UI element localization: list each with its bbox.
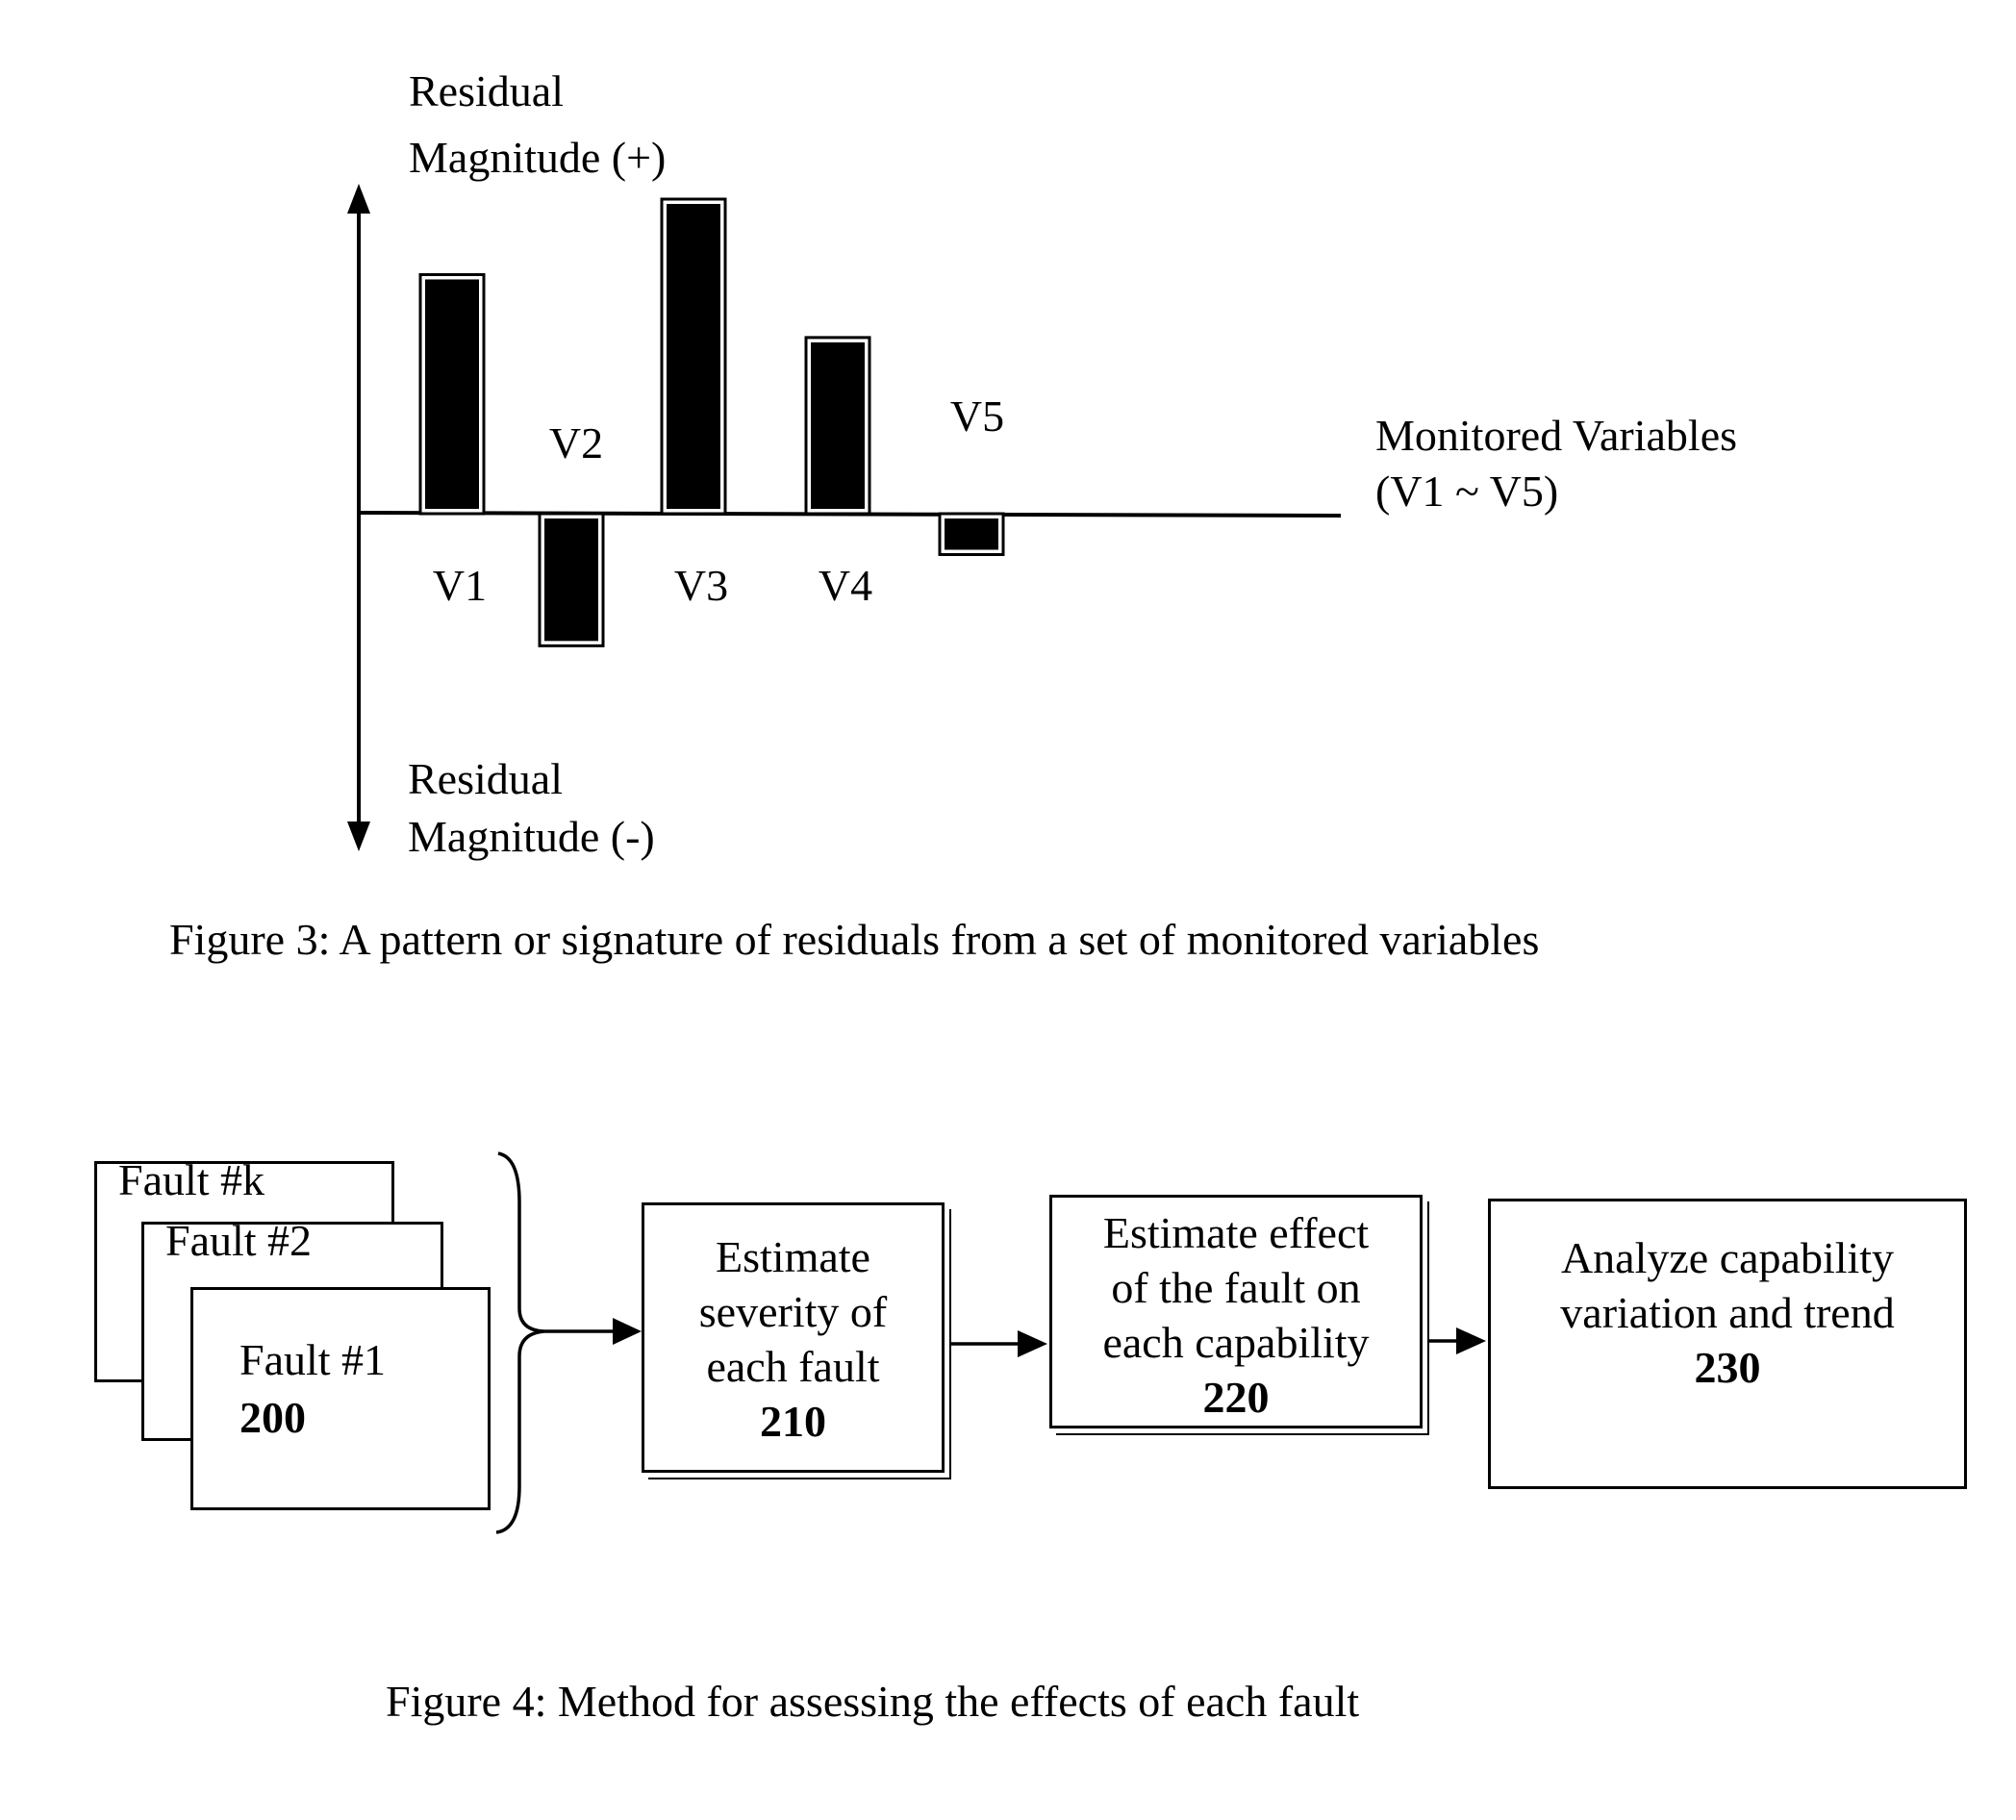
- step-220-line1: Estimate effect: [1102, 1208, 1370, 1257]
- fault-group-brace-icon: [495, 1151, 545, 1534]
- step-220-estimate-effect-box: Estimate effect of the fault on each cap…: [1049, 1195, 1423, 1428]
- flow-connectors: [495, 1151, 1486, 1534]
- step-210-line1: Estimate: [716, 1232, 870, 1281]
- step-210-ref-number: 210: [760, 1397, 826, 1446]
- step-220-ref-number: 220: [1202, 1373, 1270, 1422]
- step-230-analyze-capability-box: Analyze capability variation and trend 2…: [1488, 1199, 1967, 1489]
- step-220-line2: of the fault on: [1111, 1263, 1361, 1312]
- figure-4-caption: Figure 4: Method for assessing the effec…: [386, 1677, 1360, 1726]
- step-210-estimate-severity-box: Estimate severity of each fault 210: [642, 1202, 945, 1473]
- step-230-line1: Analyze capability: [1560, 1233, 1895, 1282]
- step-210-line3: each fault: [706, 1342, 880, 1391]
- step-220-line3: each capability: [1102, 1318, 1370, 1367]
- step-210-line2: severity of: [698, 1287, 888, 1336]
- step-230-ref-number: 230: [1694, 1343, 1761, 1392]
- arrow-head-to-230-icon: [1456, 1327, 1486, 1354]
- arrow-head-to-210-icon: [613, 1318, 642, 1345]
- step-230-line2: variation and trend: [1560, 1288, 1895, 1337]
- arrow-head-to-220-icon: [1018, 1330, 1047, 1357]
